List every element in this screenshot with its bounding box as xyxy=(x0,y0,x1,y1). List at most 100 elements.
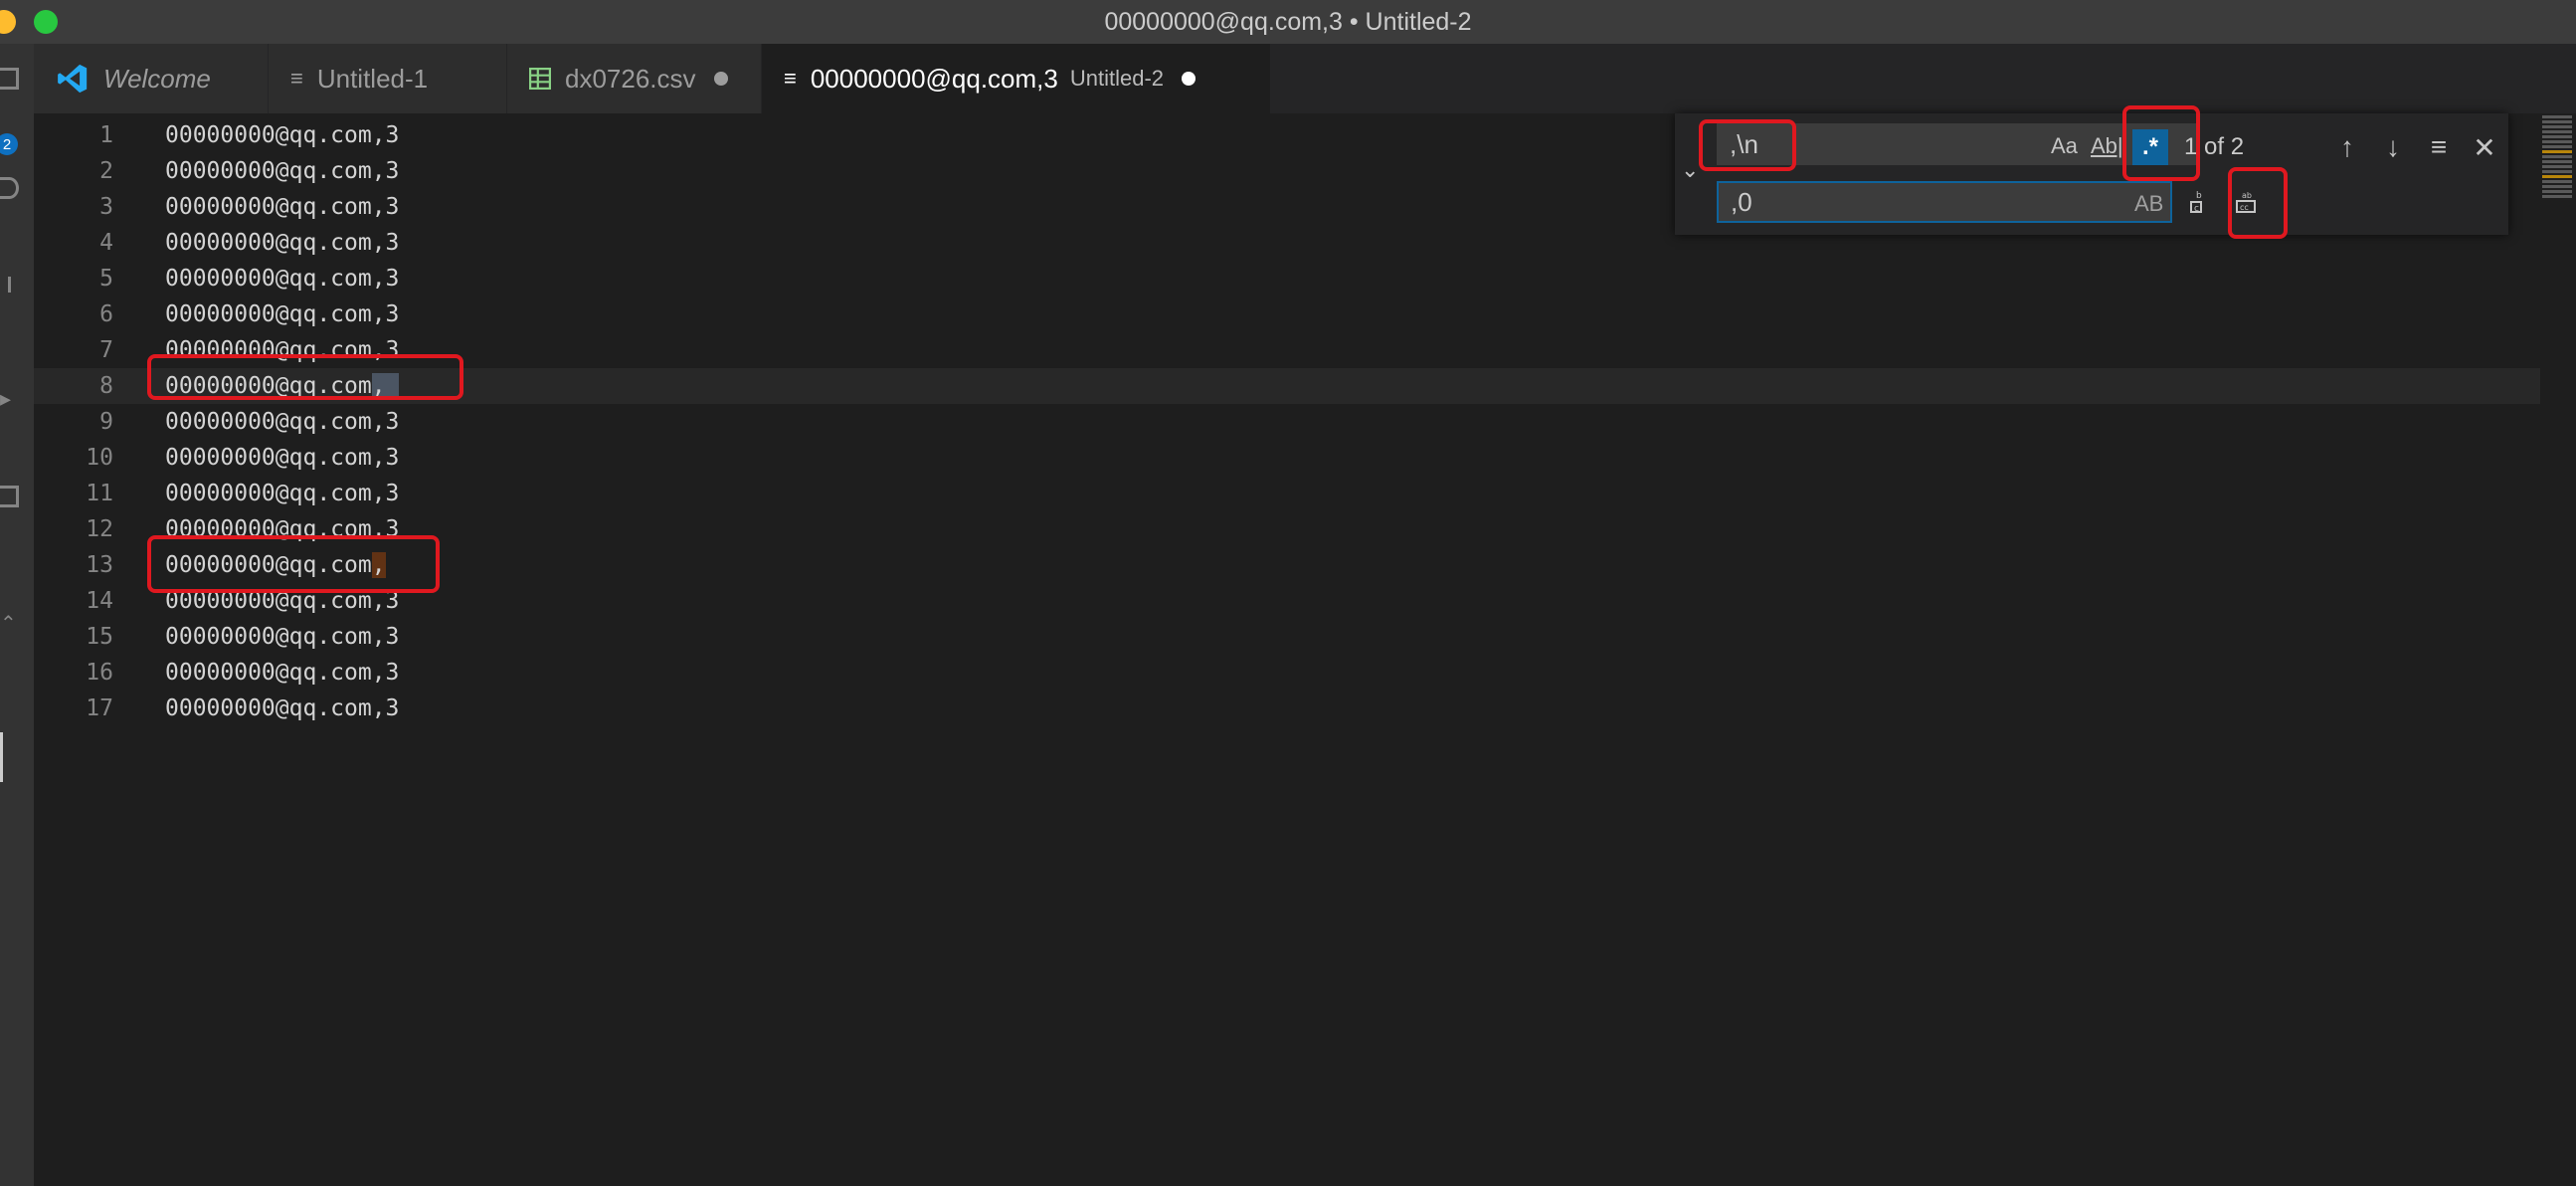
minimap-line xyxy=(2542,190,2572,193)
active-view-indicator xyxy=(0,732,3,782)
editor-line[interactable]: 5 00000000@qq.com,3 xyxy=(34,261,2540,296)
line-content: 00000000@qq.com,3 xyxy=(165,409,400,435)
chevron-down-icon[interactable]: ⌄ xyxy=(1681,157,1699,183)
line-number: 16 xyxy=(86,660,113,686)
line-number: 2 xyxy=(99,158,113,184)
minimap-line xyxy=(2542,155,2572,158)
search-icon[interactable] xyxy=(0,177,19,199)
close-icon[interactable]: ✕ xyxy=(2467,129,2502,165)
tab-label: dx0726.csv xyxy=(565,63,696,94)
activity-bar: 2 ▸ ⌃ xyxy=(0,44,34,1186)
tab-bar: Welcome ≡ Untitled-1 dx0726.csv ≡ 000000… xyxy=(34,44,2576,113)
line-text[interactable]: 00000000@qq.com,3 xyxy=(165,153,399,189)
next-match-icon[interactable]: ↓ xyxy=(2375,129,2411,165)
line-text[interactable]: 00000000@qq.com,3 xyxy=(165,476,399,511)
editor-line[interactable]: 10 00000000@qq.com,3 xyxy=(34,440,2540,476)
minimap-line xyxy=(2542,160,2572,163)
scm-badge: 2 xyxy=(0,133,18,155)
line-text[interactable]: 00000000@qq.com,3 xyxy=(165,440,399,476)
editor-line[interactable]: 16 00000000@qq.com,3 xyxy=(34,655,2540,691)
line-text[interactable]: 00000000@qq.com,3 xyxy=(165,117,399,153)
annotation-find-input xyxy=(1699,119,1796,171)
line-number: 9 xyxy=(99,409,113,435)
minimap-line xyxy=(2542,120,2572,123)
minimap-line xyxy=(2542,145,2572,148)
line-text[interactable]: 00000000@qq.com,3 xyxy=(165,691,399,726)
annotation-line-8 xyxy=(147,354,463,400)
minimap-line xyxy=(2542,115,2572,118)
line-number: 4 xyxy=(99,230,113,256)
line-text[interactable]: 00000000@qq.com,3 xyxy=(165,189,399,225)
line-text[interactable]: 00000000@qq.com,3 xyxy=(165,296,399,332)
tab-dx0726-csv[interactable]: dx0726.csv xyxy=(507,44,762,113)
text-file-icon: ≡ xyxy=(290,66,303,91)
line-content: 00000000@qq.com,3 xyxy=(165,194,400,220)
line-number: 13 xyxy=(86,552,113,578)
unsaved-dot-icon[interactable] xyxy=(1182,72,1196,86)
editor-line[interactable]: 17 00000000@qq.com,3 xyxy=(34,691,2540,726)
line-number: 15 xyxy=(86,624,113,650)
line-number: 11 xyxy=(86,481,113,506)
editor-line[interactable]: 15 00000000@qq.com,3 xyxy=(34,619,2540,655)
line-text[interactable]: 00000000@qq.com,3 xyxy=(165,225,399,261)
editor-line[interactable]: 9 00000000@qq.com,3 xyxy=(34,404,2540,440)
replace-input[interactable] xyxy=(1717,181,2172,223)
line-number: 6 xyxy=(99,301,113,327)
tab-untitled-1[interactable]: ≡ Untitled-1 xyxy=(269,44,507,113)
unsaved-dot-icon[interactable] xyxy=(713,72,728,86)
minimap-line xyxy=(2542,125,2572,128)
line-content: 00000000@qq.com,3 xyxy=(165,624,400,650)
minimap-line xyxy=(2542,185,2572,188)
tab-label: 00000000@qq.com,3 xyxy=(810,63,1058,94)
window-title: 00000000@qq.com,3 • Untitled-2 xyxy=(1104,7,1472,36)
line-number: 7 xyxy=(99,337,113,363)
remote-icon[interactable]: ⌃ xyxy=(0,611,17,636)
minimap[interactable] xyxy=(2538,113,2576,198)
minimap-line xyxy=(2542,165,2572,168)
line-content: 00000000@qq.com,3 xyxy=(165,445,400,471)
minimap-line xyxy=(2542,195,2572,198)
line-text[interactable]: 00000000@qq.com,3 xyxy=(165,619,399,655)
line-content: 00000000@qq.com,3 xyxy=(165,660,400,686)
minimize-window-button[interactable] xyxy=(0,10,16,34)
match-whole-word-toggle[interactable]: Ab| xyxy=(2091,133,2123,159)
explorer-icon[interactable] xyxy=(0,68,19,90)
tab-welcome[interactable]: Welcome xyxy=(34,44,269,113)
editor-line[interactable]: 11 00000000@qq.com,3 xyxy=(34,476,2540,511)
svg-text:b: b xyxy=(2196,191,2202,201)
editor-area[interactable]: 1 00000000@qq.com,3 2 00000000@qq.com,3 3 000… xyxy=(34,113,2576,1186)
zoom-window-button[interactable] xyxy=(34,10,58,34)
find-replace-widget: ⌄ Aa Ab| .* 1 of 2 ↑ ↓ ≡ ✕ AB cb ccab xyxy=(1675,113,2508,235)
match-case-toggle[interactable]: Aa xyxy=(2051,133,2078,159)
minimap-line xyxy=(2542,135,2572,138)
line-content: 00000000@qq.com,3 xyxy=(165,158,400,184)
source-control-icon[interactable] xyxy=(0,277,11,293)
preserve-case-toggle[interactable]: AB xyxy=(2134,191,2163,217)
line-text[interactable]: 00000000@qq.com,3 xyxy=(165,261,399,296)
line-text[interactable]: 00000000@qq.com,3 xyxy=(165,655,399,691)
extensions-icon[interactable] xyxy=(0,486,19,507)
csv-file-icon xyxy=(529,68,551,90)
line-number: 5 xyxy=(99,266,113,292)
minimap-line xyxy=(2542,180,2572,183)
minimap-line xyxy=(2542,140,2572,143)
line-number: 8 xyxy=(99,373,113,399)
minimap-line xyxy=(2542,175,2572,178)
find-in-selection-icon[interactable]: ≡ xyxy=(2421,129,2457,165)
line-number: 17 xyxy=(86,695,113,721)
vscode-icon xyxy=(58,64,88,94)
editor-line[interactable]: 6 00000000@qq.com,3 xyxy=(34,296,2540,332)
annotation-line-13 xyxy=(147,535,440,593)
run-debug-icon[interactable]: ▸ xyxy=(0,386,11,412)
annotation-replace-all xyxy=(2228,167,2288,239)
line-text[interactable]: 00000000@qq.com,3 xyxy=(165,404,399,440)
tab-untitled-2[interactable]: ≡ 00000000@qq.com,3 Untitled-2 xyxy=(762,44,1271,113)
line-content: 00000000@qq.com,3 xyxy=(165,481,400,506)
tab-label: Welcome xyxy=(103,63,211,94)
line-content: 00000000@qq.com,3 xyxy=(165,301,400,327)
previous-match-icon[interactable]: ↑ xyxy=(2329,129,2365,165)
line-number: 14 xyxy=(86,588,113,614)
text-file-icon: ≡ xyxy=(784,66,797,91)
annotation-regex-toggle xyxy=(2122,105,2200,181)
replace-one-icon[interactable]: cb xyxy=(2182,185,2216,219)
